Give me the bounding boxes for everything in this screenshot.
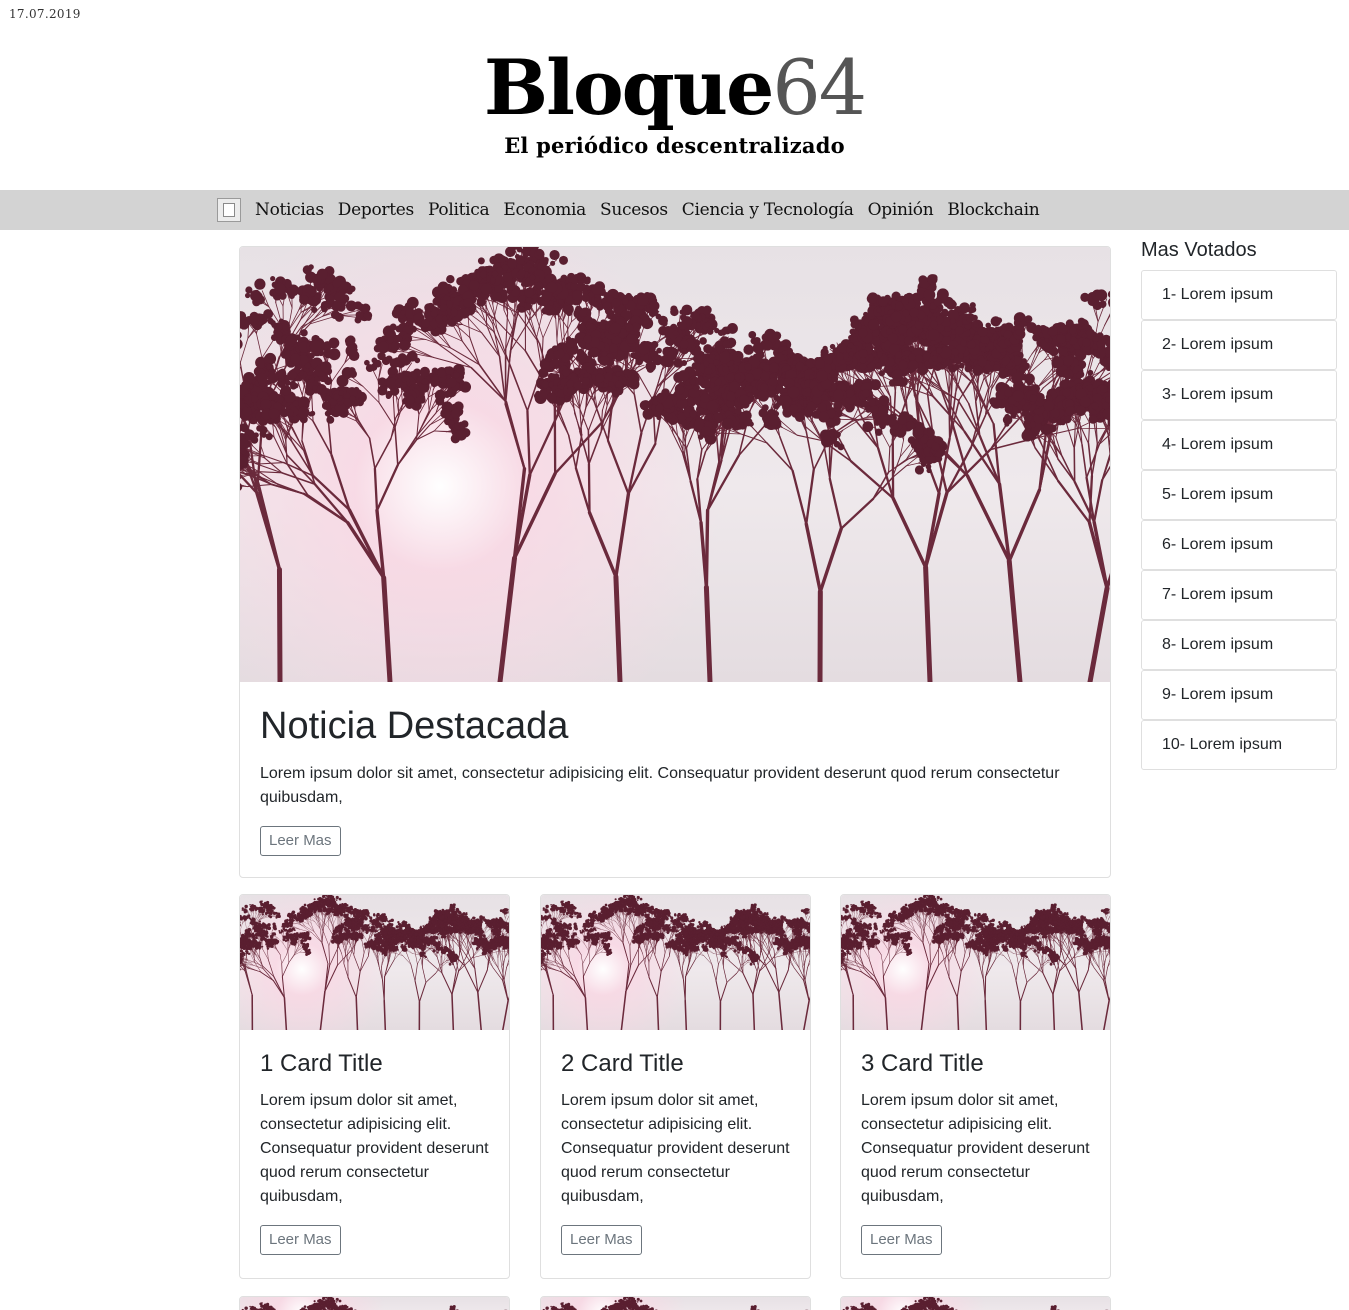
nav-link-blockchain[interactable]: Blockchain [947, 200, 1039, 220]
card-text: Lorem ipsum dolor sit amet, consectetur … [861, 1089, 1090, 1209]
card-title: 3 Card Title [861, 1050, 1090, 1078]
nav-link-ciencia-tecnologia[interactable]: Ciencia y Tecnología [682, 200, 854, 220]
card-image [240, 1297, 509, 1310]
article-card-1: 1 Card Title Lorem ipsum dolor sit amet,… [239, 894, 510, 1279]
card-image [841, 895, 1110, 1030]
card-title: 1 Card Title [260, 1050, 489, 1078]
article-card-4-partial [239, 1296, 510, 1310]
card-read-more-button[interactable]: Leer Mas [861, 1225, 942, 1255]
logo-text: Bloque [484, 43, 773, 132]
list-item[interactable]: 1- Lorem ipsum [1141, 270, 1337, 320]
featured-image [240, 247, 1110, 682]
card-image [240, 895, 509, 1030]
card-read-more-button[interactable]: Leer Mas [561, 1225, 642, 1255]
current-date: 17.07.2019 [9, 7, 81, 21]
list-item[interactable]: 9- Lorem ipsum [1141, 670, 1337, 720]
nav-link-politica[interactable]: Politica [428, 200, 489, 220]
featured-text: Lorem ipsum dolor sit amet, consectetur … [260, 762, 1090, 810]
navbar: Noticias Deportes Politica Economia Suce… [0, 190, 1349, 230]
featured-article-card: Noticia Destacada Lorem ipsum dolor sit … [239, 246, 1111, 878]
featured-read-more-button[interactable]: Leer Mas [260, 826, 341, 856]
card-image [541, 1297, 810, 1310]
most-voted-sidebar: Mas Votados 1- Lorem ipsum 2- Lorem ipsu… [1141, 237, 1337, 770]
featured-title: Noticia Destacada [260, 704, 1090, 748]
tagline: El periódico descentralizado [0, 133, 1349, 158]
nav-link-sucesos[interactable]: Sucesos [600, 200, 668, 220]
card-image [541, 895, 810, 1030]
masthead: Bloque64 El periódico descentralizado [0, 40, 1349, 158]
broken-image-icon[interactable] [217, 198, 241, 222]
article-card-3: 3 Card Title Lorem ipsum dolor sit amet,… [840, 894, 1111, 1279]
list-item[interactable]: 2- Lorem ipsum [1141, 320, 1337, 370]
card-image [841, 1297, 1110, 1310]
article-card-6-partial [840, 1296, 1111, 1310]
list-item[interactable]: 7- Lorem ipsum [1141, 570, 1337, 620]
sidebar-title: Mas Votados [1141, 237, 1337, 263]
site-logo[interactable]: Bloque64 [0, 40, 1349, 136]
list-item[interactable]: 5- Lorem ipsum [1141, 470, 1337, 520]
nav-link-economia[interactable]: Economia [503, 200, 586, 220]
nav-link-opinion[interactable]: Opinión [868, 200, 934, 220]
nav-link-deportes[interactable]: Deportes [338, 200, 414, 220]
most-voted-list: 1- Lorem ipsum 2- Lorem ipsum 3- Lorem i… [1141, 270, 1337, 770]
list-item[interactable]: 3- Lorem ipsum [1141, 370, 1337, 420]
logo-number: 64 [772, 43, 865, 132]
list-item[interactable]: 10- Lorem ipsum [1141, 720, 1337, 770]
list-item[interactable]: 8- Lorem ipsum [1141, 620, 1337, 670]
list-item[interactable]: 4- Lorem ipsum [1141, 420, 1337, 470]
card-text: Lorem ipsum dolor sit amet, consectetur … [260, 1089, 489, 1209]
nav-link-noticias[interactable]: Noticias [255, 200, 324, 220]
list-item[interactable]: 6- Lorem ipsum [1141, 520, 1337, 570]
article-card-5-partial [540, 1296, 811, 1310]
card-read-more-button[interactable]: Leer Mas [260, 1225, 341, 1255]
card-text: Lorem ipsum dolor sit amet, consectetur … [561, 1089, 790, 1209]
article-card-2: 2 Card Title Lorem ipsum dolor sit amet,… [540, 894, 811, 1279]
card-title: 2 Card Title [561, 1050, 790, 1078]
